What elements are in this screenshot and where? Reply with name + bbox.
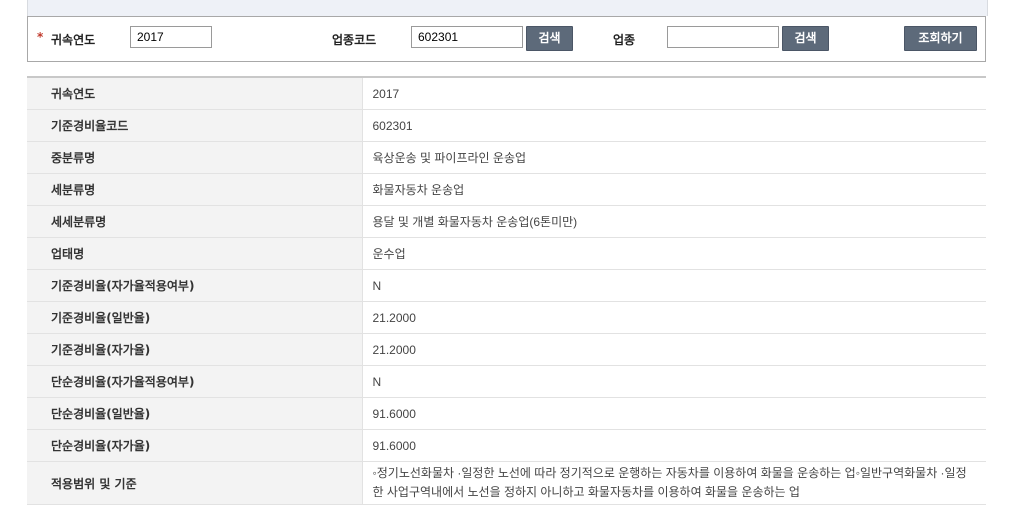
row-value: 21.2000 bbox=[362, 333, 986, 366]
row-value: 운수업 bbox=[362, 237, 986, 270]
row-label: 귀속연도 bbox=[27, 77, 363, 110]
table-row: 기준경비율코드 602301 bbox=[27, 109, 986, 142]
industry-code-input[interactable] bbox=[411, 26, 523, 48]
table-row: 세분류명 화물자동차 운송업 bbox=[27, 173, 986, 206]
table-row: 단순경비율(자가율적용여부) N bbox=[27, 365, 986, 398]
row-value: N bbox=[362, 365, 986, 398]
table-row: 귀속연도 2017 bbox=[27, 77, 986, 110]
table-row: 세세분류명 용달 및 개별 화물자동차 운송업(6톤미만) bbox=[27, 205, 986, 238]
row-value: 육상운송 및 파이프라인 운송업 bbox=[362, 141, 986, 174]
row-value: 602301 bbox=[362, 109, 986, 142]
row-label: 적용범위 및 기준 bbox=[27, 461, 363, 505]
industry-label: 업종 bbox=[613, 33, 636, 47]
row-value: 화물자동차 운송업 bbox=[362, 173, 986, 206]
row-label: 기준경비율코드 bbox=[27, 109, 363, 142]
top-strip bbox=[27, 0, 988, 16]
table-row: 기준경비율(일반율) 21.2000 bbox=[27, 301, 986, 334]
row-value: 2017 bbox=[362, 77, 986, 110]
table-row: 중분류명 육상운송 및 파이프라인 운송업 bbox=[27, 141, 986, 174]
row-label: 중분류명 bbox=[27, 141, 363, 174]
result-table: 귀속연도 2017 기준경비율코드 602301 중분류명 육상운송 및 파이프라인 … bbox=[27, 76, 986, 505]
query-button[interactable]: 조회하기 bbox=[904, 26, 977, 51]
row-value: N bbox=[362, 269, 986, 302]
row-value: 21.2000 bbox=[362, 301, 986, 334]
table-row: 기준경비율(자가율적용여부) N bbox=[27, 269, 986, 302]
row-value: 91.6000 bbox=[362, 429, 986, 462]
industry-search-button[interactable]: 검색 bbox=[782, 26, 829, 51]
industry-input[interactable] bbox=[667, 26, 779, 48]
table-row: 적용범위 및 기준 ◦정기노선화물차 ·일정한 노선에 따라 정기적으로 운행하는… bbox=[27, 461, 986, 505]
row-value: 용달 및 개별 화물자동차 운송업(6톤미만) bbox=[362, 205, 986, 238]
required-mark: * bbox=[37, 30, 44, 44]
row-value: ◦정기노선화물차 ·일정한 노선에 따라 정기적으로 운행하는 자동차를 이용하… bbox=[362, 461, 986, 505]
year-label: 귀속연도 bbox=[51, 33, 96, 47]
row-label: 단순경비율(일반율) bbox=[27, 397, 363, 430]
code-search-button[interactable]: 검색 bbox=[526, 26, 573, 51]
row-value: 91.6000 bbox=[362, 397, 986, 430]
row-label: 기준경비율(일반율) bbox=[27, 301, 363, 334]
year-input[interactable] bbox=[130, 26, 212, 48]
table-row: 업태명 운수업 bbox=[27, 237, 986, 270]
row-label: 기준경비율(자가율적용여부) bbox=[27, 269, 363, 302]
row-label: 업태명 bbox=[27, 237, 363, 270]
table-row: 단순경비율(일반율) 91.6000 bbox=[27, 397, 986, 430]
search-panel: * 귀속연도 업종코드 검색 업종 검색 조회하기 bbox=[27, 16, 986, 62]
table-row: 기준경비율(자가율) 21.2000 bbox=[27, 333, 986, 366]
industry-code-label: 업종코드 bbox=[332, 33, 377, 47]
row-label: 세세분류명 bbox=[27, 205, 363, 238]
row-label: 기준경비율(자가율) bbox=[27, 333, 363, 366]
row-label: 단순경비율(자가율적용여부) bbox=[27, 365, 363, 398]
row-label: 세분류명 bbox=[27, 173, 363, 206]
table-row: 단순경비율(자가율) 91.6000 bbox=[27, 429, 986, 462]
row-label: 단순경비율(자가율) bbox=[27, 429, 363, 462]
